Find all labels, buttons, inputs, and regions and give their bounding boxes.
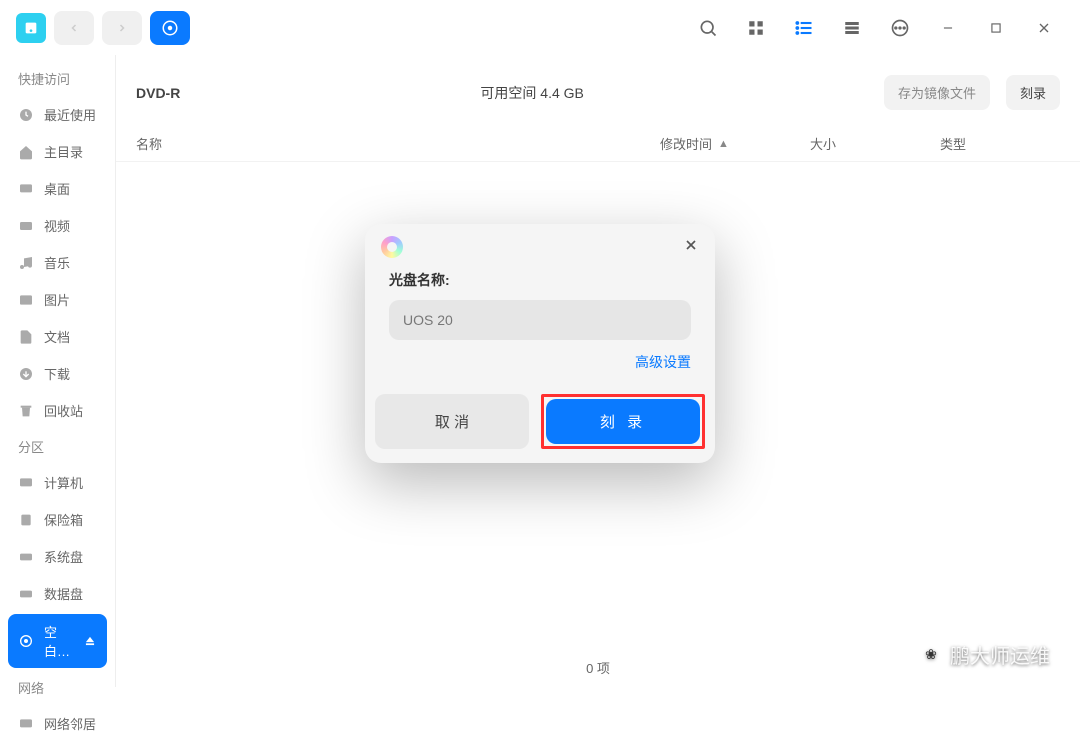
clock-icon [18,107,34,123]
column-type[interactable]: 类型 [940,134,1060,153]
free-space-label: 可用空间 4.4 GB [480,83,583,103]
sidebar: 快捷访问 最近使用 主目录 桌面 视频 音乐 图片 文档 下载 回收站 分区 计… [0,55,115,687]
sidebar-item-label: 保险箱 [44,510,83,529]
burn-highlight: 刻 录 [541,394,705,449]
dialog-close-button[interactable] [683,237,699,258]
sidebar-item-pictures[interactable]: 图片 [0,281,115,318]
sidebar-item-label: 空白… [44,622,73,660]
window-maximize-button[interactable] [976,8,1016,48]
sidebar-item-label: 数据盘 [44,584,83,603]
sidebar-item-blank-disc[interactable]: 空白… [8,614,107,668]
sidebar-item-label: 音乐 [44,253,70,272]
dialog-burn-button[interactable]: 刻 录 [546,399,700,444]
sidebar-item-label: 系统盘 [44,547,83,566]
disc-color-icon [381,236,403,258]
sidebar-section-partition: 分区 [0,429,115,464]
save-as-image-button[interactable]: 存为镜像文件 [884,75,990,110]
item-count-footer: 0 项 [116,648,1080,687]
sidebar-item-label: 视频 [44,216,70,235]
sidebar-item-label: 最近使用 [44,105,96,124]
dialog-body: 光盘名称: 高级设置 [365,270,715,394]
desktop-icon [18,181,34,197]
sidebar-item-downloads[interactable]: 下载 [0,355,115,392]
disk-icon [18,586,34,602]
sidebar-section-network: 网络 [0,670,115,705]
window-minimize-button[interactable] [928,8,968,48]
vault-icon [18,512,34,528]
eject-icon[interactable] [83,633,97,649]
sidebar-item-recent[interactable]: 最近使用 [0,96,115,133]
sidebar-item-label: 下载 [44,364,70,383]
view-compact-icon[interactable] [832,8,872,48]
sidebar-item-label: 桌面 [44,179,70,198]
video-icon [18,218,34,234]
sidebar-item-vault[interactable]: 保险箱 [0,501,115,538]
sidebar-item-desktop[interactable]: 桌面 [0,170,115,207]
disc-label: DVD-R [136,85,180,101]
download-icon [18,366,34,382]
more-icon[interactable] [880,8,920,48]
document-icon [18,329,34,345]
trash-icon [18,403,34,419]
dialog-buttons: 取 消 刻 录 [365,394,715,463]
sidebar-item-label: 文档 [44,327,70,346]
titlebar [0,0,1080,55]
nav-back-button[interactable] [54,11,94,45]
sidebar-item-network-neighbors[interactable]: 网络邻居 [0,705,115,742]
sidebar-item-home[interactable]: 主目录 [0,133,115,170]
sidebar-item-system-disk[interactable]: 系统盘 [0,538,115,575]
sidebar-item-music[interactable]: 音乐 [0,244,115,281]
cancel-button[interactable]: 取 消 [375,394,529,449]
column-size[interactable]: 大小 [810,134,940,153]
disc-name-input[interactable] [389,300,691,340]
advanced-settings-wrap: 高级设置 [389,352,691,372]
burn-button[interactable]: 刻录 [1006,75,1060,110]
music-icon [18,255,34,271]
view-grid-icon[interactable] [736,8,776,48]
dialog-titlebar [365,224,715,270]
sidebar-item-computer[interactable]: 计算机 [0,464,115,501]
picture-icon [18,292,34,308]
disc-icon [18,633,34,649]
sidebar-item-trash[interactable]: 回收站 [0,392,115,429]
nav-forward-button[interactable] [102,11,142,45]
computer-icon [18,475,34,491]
sidebar-section-quick: 快捷访问 [0,61,115,96]
home-icon [18,144,34,160]
network-icon [18,716,34,732]
columns-row: 名称 修改时间▲ 大小 类型 [116,126,1080,162]
content-header: DVD-R 可用空间 4.4 GB 存为镜像文件 刻录 [116,55,1080,126]
sidebar-item-label: 回收站 [44,401,83,420]
disk-icon [18,549,34,565]
sidebar-item-label: 计算机 [44,473,83,492]
advanced-settings-link[interactable]: 高级设置 [635,354,691,370]
burn-dialog: 光盘名称: 高级设置 取 消 刻 录 [365,224,715,463]
sidebar-item-label: 网络邻居 [44,714,96,733]
sidebar-item-data-disk[interactable]: 数据盘 [0,575,115,612]
sidebar-item-label: 主目录 [44,142,83,161]
view-list-icon[interactable] [784,8,824,48]
sort-asc-icon: ▲ [718,138,729,150]
disc-name-label: 光盘名称: [389,270,691,290]
sidebar-item-documents[interactable]: 文档 [0,318,115,355]
app-logo [16,13,46,43]
search-icon[interactable] [688,8,728,48]
column-name[interactable]: 名称 [136,134,660,153]
disc-button[interactable] [150,11,190,45]
window-close-button[interactable] [1024,8,1064,48]
column-mtime[interactable]: 修改时间▲ [660,134,810,153]
sidebar-item-label: 图片 [44,290,70,309]
sidebar-item-videos[interactable]: 视频 [0,207,115,244]
